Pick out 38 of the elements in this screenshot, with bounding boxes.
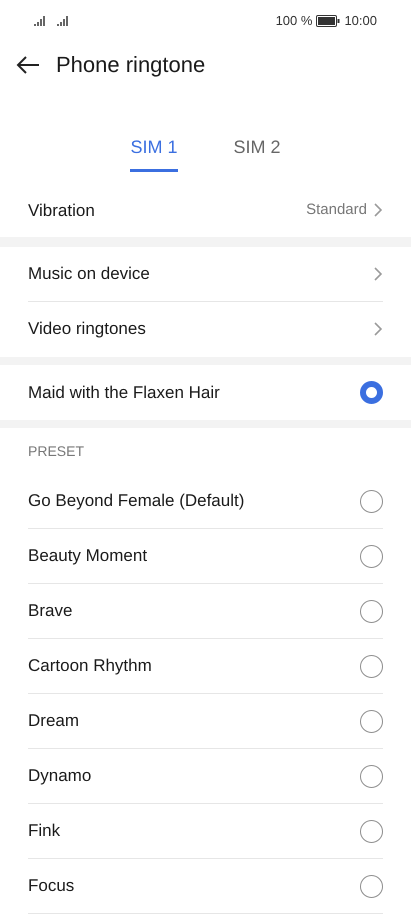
sim-tab[interactable]: SIM 1 bbox=[130, 134, 178, 172]
row-value: Standard bbox=[306, 200, 367, 220]
signal-icon bbox=[57, 16, 70, 26]
radio-button[interactable] bbox=[360, 380, 383, 404]
ringtone-label: Focus bbox=[28, 875, 74, 898]
ringtone-label: Brave bbox=[28, 600, 72, 622]
row-label: Vibration bbox=[28, 200, 95, 222]
ringtone-label: Maid with the Flaxen Hair bbox=[28, 382, 220, 404]
radio-button[interactable] bbox=[360, 654, 383, 678]
radio-button[interactable] bbox=[360, 544, 383, 568]
radio-button[interactable] bbox=[360, 764, 383, 788]
ringtone-label: Beauty Moment bbox=[28, 545, 148, 568]
radio-button[interactable] bbox=[360, 874, 383, 898]
ringtone-label: Dream bbox=[28, 710, 80, 732]
chevron-right-icon bbox=[373, 202, 383, 218]
battery-icon bbox=[316, 14, 340, 27]
radio-button[interactable] bbox=[360, 490, 383, 512]
clock: 10:00 bbox=[344, 12, 377, 30]
radio-button[interactable] bbox=[360, 710, 383, 732]
ringtone-label: Cartoon Rhythm bbox=[28, 655, 152, 678]
chevron-right-icon bbox=[373, 266, 383, 282]
list-row[interactable]: Video ringtones bbox=[28, 302, 383, 357]
back-arrow-icon[interactable] bbox=[16, 54, 40, 75]
radio-button[interactable] bbox=[360, 820, 383, 842]
sim-tab[interactable]: SIM 2 bbox=[234, 134, 281, 172]
battery-percent: 100 % bbox=[276, 12, 312, 30]
vibration-row[interactable]: Vibration Standard bbox=[0, 184, 411, 237]
chevron-right-icon bbox=[373, 321, 383, 338]
list-row[interactable]: Music on device bbox=[28, 246, 383, 302]
radio-button[interactable] bbox=[360, 600, 383, 622]
row-label: Music on device bbox=[28, 262, 150, 285]
ringtone-label: Dynamo bbox=[28, 765, 92, 788]
section-heading: PRESET bbox=[28, 442, 84, 461]
row-label: Video ringtones bbox=[28, 318, 146, 340]
page-title: Phone ringtone bbox=[56, 51, 206, 80]
ringtone-label: Fink bbox=[28, 820, 60, 842]
signal-icon bbox=[34, 16, 47, 26]
ringtone-label: Go Beyond Female (Default) bbox=[28, 490, 244, 512]
